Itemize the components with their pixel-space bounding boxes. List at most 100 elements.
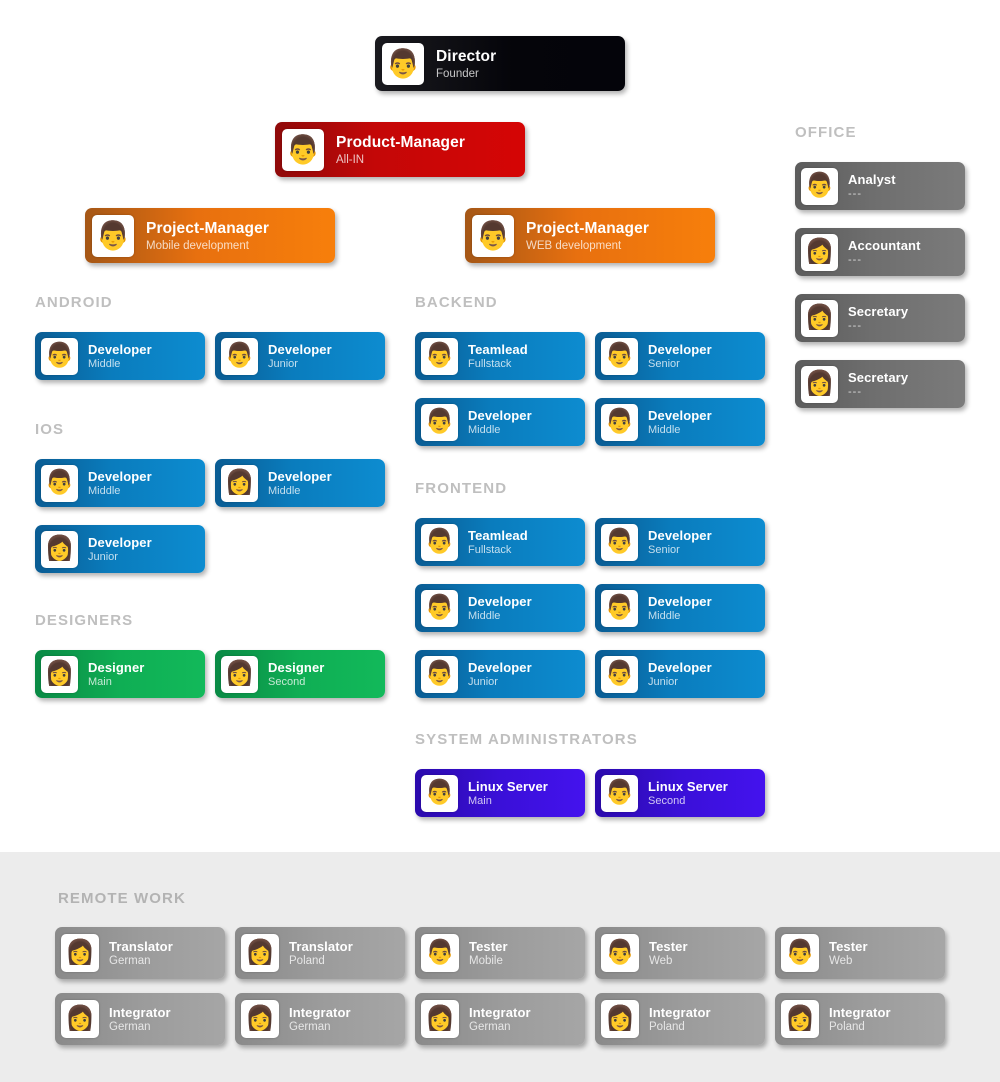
card-subtitle: Poland (649, 1021, 685, 1033)
card-title: Designer (88, 660, 145, 675)
card-subtitle: --- (848, 386, 862, 398)
card-remote-4[interactable]: 👨 Tester Web (595, 927, 765, 979)
card-subtitle: Web (829, 955, 853, 967)
card-title: Translator (109, 939, 173, 954)
card-android-1[interactable]: 👨 Developer Middle (35, 332, 205, 380)
avatar-woman-icon: 👩 (601, 1000, 639, 1038)
avatar-man-icon: 👨 (421, 934, 459, 972)
card-remote-2[interactable]: 👩 Translator Poland (235, 927, 405, 979)
card-project-manager-mobile[interactable]: 👨 Project-Manager Mobile development (85, 208, 335, 263)
card-remote-3[interactable]: 👨 Tester Mobile (415, 927, 585, 979)
card-title: Developer (648, 528, 712, 543)
card-title: Developer (88, 342, 152, 357)
card-ios-1[interactable]: 👨 Developer Middle (35, 459, 205, 507)
avatar-man-icon: 👨 (801, 167, 838, 205)
card-office-3[interactable]: 👩 Secretary --- (795, 294, 965, 342)
card-backend-2[interactable]: 👨 Developer Senior (595, 332, 765, 380)
card-title: Developer (88, 469, 152, 484)
card-remote-1[interactable]: 👩 Translator German (55, 927, 225, 979)
card-title: Integrator (109, 1005, 171, 1020)
card-subtitle: Second (648, 795, 686, 807)
avatar-man-icon: 👨 (601, 523, 638, 561)
avatar-man-icon: 👨 (421, 655, 458, 693)
card-remote-10[interactable]: 👩 Integrator Poland (775, 993, 945, 1045)
card-subtitle: Mobile (469, 955, 503, 967)
card-frontend-4[interactable]: 👨 Developer Middle (595, 584, 765, 632)
card-title: Secretary (848, 304, 909, 319)
card-subtitle: German (469, 1021, 511, 1033)
card-backend-1[interactable]: 👨 Teamlead Fullstack (415, 332, 585, 380)
avatar-woman-icon: 👩 (241, 1000, 279, 1038)
card-subtitle: Mobile development (146, 239, 249, 252)
card-frontend-5[interactable]: 👨 Developer Junior (415, 650, 585, 698)
card-office-4[interactable]: 👩 Secretary --- (795, 360, 965, 408)
card-designer-1[interactable]: 👩 Designer Main (35, 650, 205, 698)
card-ios-3[interactable]: 👩 Developer Junior (35, 525, 205, 573)
card-title: Developer (468, 660, 532, 675)
avatar-man-icon: 👨 (781, 934, 819, 972)
card-subtitle: Senior (648, 544, 680, 556)
avatar-woman-icon: 👩 (41, 530, 78, 568)
avatar-man-icon: 👨 (601, 774, 638, 812)
card-office-1[interactable]: 👨 Analyst --- (795, 162, 965, 210)
card-title: Developer (268, 342, 332, 357)
avatar-man-icon: 👨 (472, 214, 514, 257)
card-subtitle: Junior (268, 358, 298, 370)
card-subtitle: Middle (88, 358, 121, 370)
card-subtitle: Fullstack (468, 358, 512, 370)
card-android-2[interactable]: 👨 Developer Junior (215, 332, 385, 380)
avatar-man-icon: 👨 (282, 128, 324, 171)
card-title: Tester (829, 939, 868, 954)
card-ios-2[interactable]: 👩 Developer Middle (215, 459, 385, 507)
card-title: Project-Manager (526, 219, 649, 237)
heading-remote-work: REMOTE WORK (58, 890, 186, 907)
card-sysadmin-1[interactable]: 👨 Linux Server Main (415, 769, 585, 817)
card-sysadmin-2[interactable]: 👨 Linux Server Second (595, 769, 765, 817)
avatar-woman-icon: 👩 (61, 934, 99, 972)
card-subtitle: Middle (468, 424, 501, 436)
card-product-manager[interactable]: 👨 Product-Manager All-IN (275, 122, 525, 177)
card-subtitle: Poland (829, 1021, 865, 1033)
avatar-man-icon: 👨 (421, 337, 458, 375)
card-subtitle: German (109, 955, 151, 967)
card-subtitle: Second (268, 676, 306, 688)
card-remote-8[interactable]: 👩 Integrator German (415, 993, 585, 1045)
card-title: Tester (649, 939, 688, 954)
card-designer-2[interactable]: 👩 Designer Second (215, 650, 385, 698)
card-title: Developer (468, 594, 532, 609)
card-backend-4[interactable]: 👨 Developer Middle (595, 398, 765, 446)
avatar-man-icon: 👨 (421, 403, 458, 441)
card-frontend-6[interactable]: 👨 Developer Junior (595, 650, 765, 698)
card-subtitle: All-IN (336, 153, 365, 166)
card-remote-9[interactable]: 👩 Integrator Poland (595, 993, 765, 1045)
card-remote-5[interactable]: 👨 Tester Web (775, 927, 945, 979)
avatar-woman-icon: 👩 (61, 1000, 99, 1038)
card-subtitle: German (289, 1021, 331, 1033)
card-subtitle: Poland (289, 955, 325, 967)
card-backend-3[interactable]: 👨 Developer Middle (415, 398, 585, 446)
avatar-woman-icon: 👩 (221, 655, 258, 693)
card-title: Integrator (649, 1005, 711, 1020)
card-office-2[interactable]: 👩 Accountant --- (795, 228, 965, 276)
card-title: Tester (469, 939, 508, 954)
heading-ios: IOS (35, 421, 65, 438)
card-subtitle: Founder (436, 67, 479, 80)
card-project-manager-web[interactable]: 👨 Project-Manager WEB development (465, 208, 715, 263)
card-subtitle: --- (848, 320, 862, 332)
avatar-woman-icon: 👩 (801, 233, 838, 271)
avatar-man-icon: 👨 (421, 589, 458, 627)
card-subtitle: Middle (268, 485, 301, 497)
card-title: Developer (648, 660, 712, 675)
avatar-man-icon: 👨 (41, 464, 78, 502)
card-frontend-3[interactable]: 👨 Developer Middle (415, 584, 585, 632)
card-frontend-2[interactable]: 👨 Developer Senior (595, 518, 765, 566)
card-director[interactable]: 👨 Director Founder (375, 36, 625, 91)
avatar-man-icon: 👨 (601, 589, 638, 627)
card-remote-7[interactable]: 👩 Integrator German (235, 993, 405, 1045)
card-subtitle: --- (848, 188, 862, 200)
card-frontend-1[interactable]: 👨 Teamlead Fullstack (415, 518, 585, 566)
card-remote-6[interactable]: 👩 Integrator German (55, 993, 225, 1045)
card-title: Analyst (848, 172, 896, 187)
card-subtitle: Main (88, 676, 112, 688)
card-title: Developer (468, 408, 532, 423)
